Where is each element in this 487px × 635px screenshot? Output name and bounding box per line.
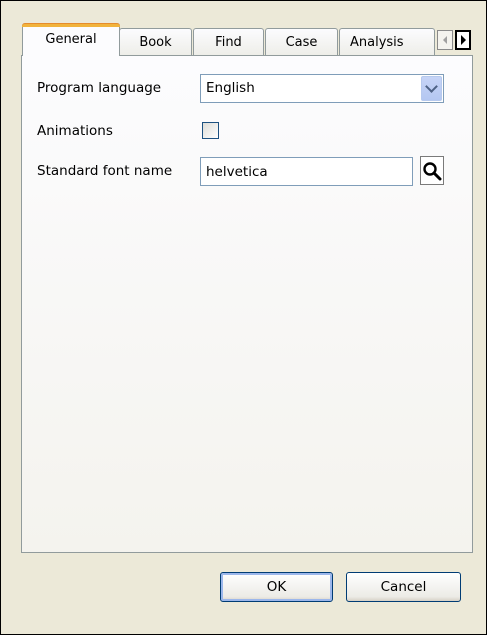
tab-find[interactable]: Find xyxy=(193,28,264,55)
tab-find-label: Find xyxy=(215,34,242,50)
tab-scroll-left-button[interactable] xyxy=(437,30,453,50)
tab-general-label: General xyxy=(45,32,97,47)
dropdown-button[interactable] xyxy=(421,76,442,101)
tab-case-label: Case xyxy=(285,34,318,50)
magnifier-icon xyxy=(423,161,442,180)
tab-case[interactable]: Case xyxy=(265,28,338,55)
standard-font-label: Standard font name xyxy=(37,163,173,179)
chevron-down-icon xyxy=(425,80,438,93)
cancel-button-label: Cancel xyxy=(380,579,427,595)
animations-label: Animations xyxy=(37,123,113,139)
triangle-right-icon xyxy=(460,35,466,45)
tab-analysis-label: Analysis xyxy=(350,34,404,50)
program-language-label: Program language xyxy=(37,80,162,96)
triangle-left-icon xyxy=(443,36,447,44)
standard-font-input[interactable]: helvetica xyxy=(200,157,413,186)
cancel-button[interactable]: Cancel xyxy=(346,572,461,602)
ok-button-label: OK xyxy=(266,579,287,595)
animations-checkbox[interactable] xyxy=(202,122,219,139)
tab-general[interactable]: General xyxy=(22,23,120,56)
program-language-value: English xyxy=(206,80,255,96)
standard-font-value: helvetica xyxy=(206,164,268,180)
ok-button[interactable]: OK xyxy=(220,572,333,602)
tab-book[interactable]: Book xyxy=(119,28,192,55)
tab-book-label: Book xyxy=(139,34,172,50)
program-language-select[interactable]: English xyxy=(200,74,444,103)
font-search-button[interactable] xyxy=(420,156,444,185)
tab-analysis[interactable]: Analysis xyxy=(339,28,435,55)
tab-scroll-right-button[interactable] xyxy=(455,30,471,50)
